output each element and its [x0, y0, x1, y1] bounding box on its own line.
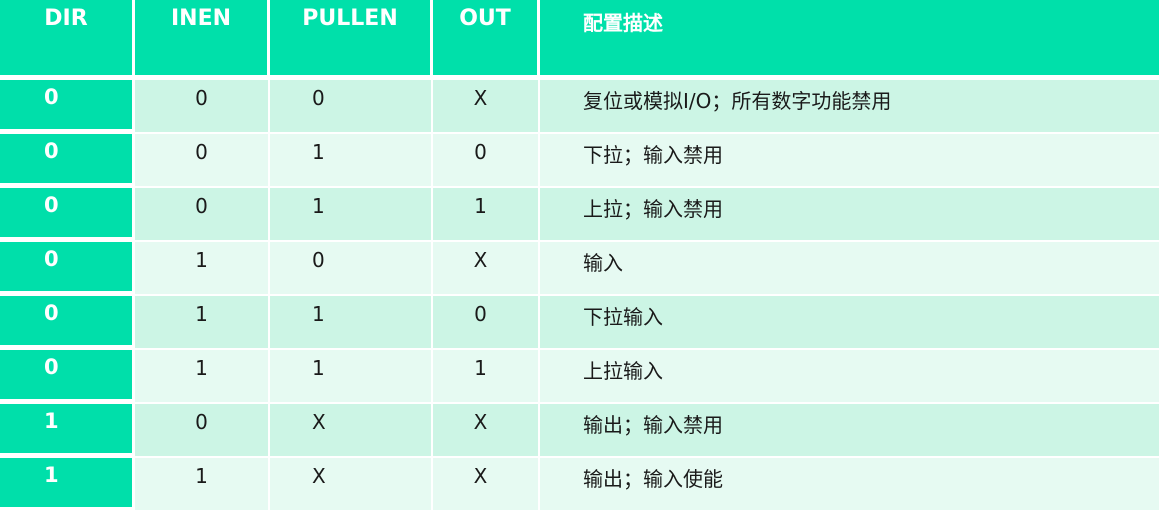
- header-inen: INEN: [135, 0, 270, 80]
- cell-pullen: 0: [270, 242, 433, 296]
- cell-out: 1: [433, 188, 540, 242]
- cell-dir: 0: [0, 242, 135, 296]
- cell-inen: 1: [135, 242, 270, 296]
- cell-inen: 0: [135, 188, 270, 242]
- cell-out: X: [433, 404, 540, 458]
- cell-out: X: [433, 458, 540, 512]
- cell-pullen: 1: [270, 350, 433, 404]
- cell-dir: 0: [0, 80, 135, 134]
- cell-out: 0: [433, 296, 540, 350]
- cell-dir: 1: [0, 404, 135, 458]
- header-pullen: PULLEN: [270, 0, 433, 80]
- gpio-config-table: DIR INEN PULLEN OUT 配置描述 0 0 0 X 复位或模拟I/O；所有…: [0, 0, 1159, 513]
- header-out: OUT: [433, 0, 540, 80]
- cell-inen: 1: [135, 296, 270, 350]
- cell-description: 下拉；输入禁用: [540, 134, 1159, 188]
- cell-dir: 0: [0, 296, 135, 350]
- cell-inen: 0: [135, 404, 270, 458]
- cell-out: X: [433, 242, 540, 296]
- cell-description: 下拉输入: [540, 296, 1159, 350]
- cell-description: 复位或模拟I/O；所有数字功能禁用: [540, 80, 1159, 134]
- cell-inen: 1: [135, 350, 270, 404]
- cell-inen: 0: [135, 80, 270, 134]
- cell-dir: 0: [0, 134, 135, 188]
- cell-description: 输出；输入禁用: [540, 404, 1159, 458]
- cell-pullen: 1: [270, 296, 433, 350]
- cell-dir: 0: [0, 350, 135, 404]
- cell-out: 0: [433, 134, 540, 188]
- cell-dir: 0: [0, 188, 135, 242]
- cell-description: 输出；输入使能: [540, 458, 1159, 512]
- cell-description: 上拉；输入禁用: [540, 188, 1159, 242]
- cell-pullen: 1: [270, 134, 433, 188]
- cell-pullen: 1: [270, 188, 433, 242]
- header-dir: DIR: [0, 0, 135, 80]
- cell-inen: 1: [135, 458, 270, 512]
- cell-description: 输入: [540, 242, 1159, 296]
- cell-pullen: X: [270, 458, 433, 512]
- header-description: 配置描述: [540, 0, 1159, 80]
- cell-pullen: X: [270, 404, 433, 458]
- cell-description: 上拉输入: [540, 350, 1159, 404]
- cell-pullen: 0: [270, 80, 433, 134]
- cell-dir: 1: [0, 458, 135, 512]
- cell-inen: 0: [135, 134, 270, 188]
- cell-out: 1: [433, 350, 540, 404]
- cell-out: X: [433, 80, 540, 134]
